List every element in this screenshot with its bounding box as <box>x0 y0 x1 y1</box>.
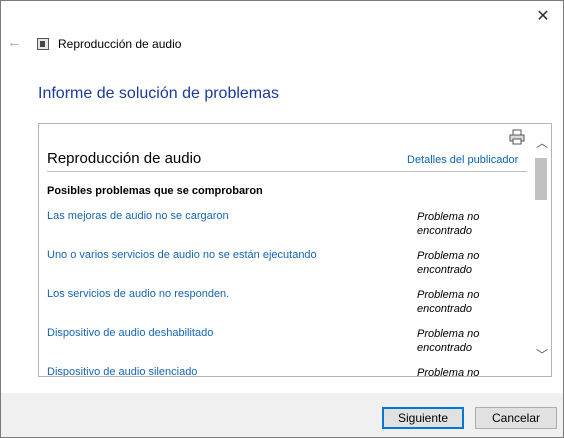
issue-link[interactable]: Dispositivo de audio silenciado <box>47 366 197 376</box>
publisher-details-link[interactable]: Detalles del publicador <box>407 154 518 166</box>
issue-status: Problema no encontrado <box>417 250 480 276</box>
issue-row: Uno o varios servicios de audio no se es… <box>47 249 527 283</box>
issue-status: Problema no encontrado <box>417 328 480 354</box>
issue-status: Problema no encontrado <box>417 289 480 315</box>
issue-row: Dispositivo de audio deshabilitado Probl… <box>47 327 527 361</box>
issue-status: Problema no encontrado <box>417 211 480 237</box>
scroll-thumb[interactable] <box>535 158 547 200</box>
close-button[interactable]: ✕ <box>523 1 563 31</box>
chevron-down-icon[interactable]: ﹀ <box>533 346 551 362</box>
issue-status: Problema no encontrado <box>417 367 480 377</box>
issue-row: Las mejoras de audio no se cargaron Prob… <box>47 210 527 244</box>
chevron-up-icon[interactable]: ︿ <box>533 134 551 150</box>
next-button[interactable]: Siguiente <box>382 407 464 429</box>
vertical-scrollbar[interactable]: ︿ ﹀ <box>533 124 551 376</box>
window-title: Reproducción de audio <box>58 37 182 51</box>
cancel-button[interactable]: Cancelar <box>475 407 557 429</box>
issue-link[interactable]: Las mejoras de audio no se cargaron <box>47 210 229 222</box>
issue-row: Los servicios de audio no responden. Pro… <box>47 288 527 322</box>
issue-link[interactable]: Uno o varios servicios de audio no se es… <box>47 249 317 261</box>
issue-link[interactable]: Dispositivo de audio deshabilitado <box>47 327 213 339</box>
section-title: Reproducción de audio <box>47 150 202 167</box>
audio-app-icon <box>37 38 49 50</box>
close-icon: ✕ <box>536 8 550 25</box>
footer-bar: Siguiente Cancelar <box>1 393 563 437</box>
print-icon[interactable] <box>509 129 525 145</box>
report-panel: Reproducción de audio Detalles del publi… <box>38 123 552 377</box>
checked-problems-heading: Posibles problemas que se comprobaron <box>47 185 263 197</box>
divider <box>47 171 527 172</box>
report-heading: Informe de solución de problemas <box>38 85 280 102</box>
issue-link[interactable]: Los servicios de audio no responden. <box>47 288 229 300</box>
back-arrow-icon[interactable]: ← <box>7 34 22 51</box>
issue-row: Dispositivo de audio silenciado Problema… <box>47 366 527 377</box>
